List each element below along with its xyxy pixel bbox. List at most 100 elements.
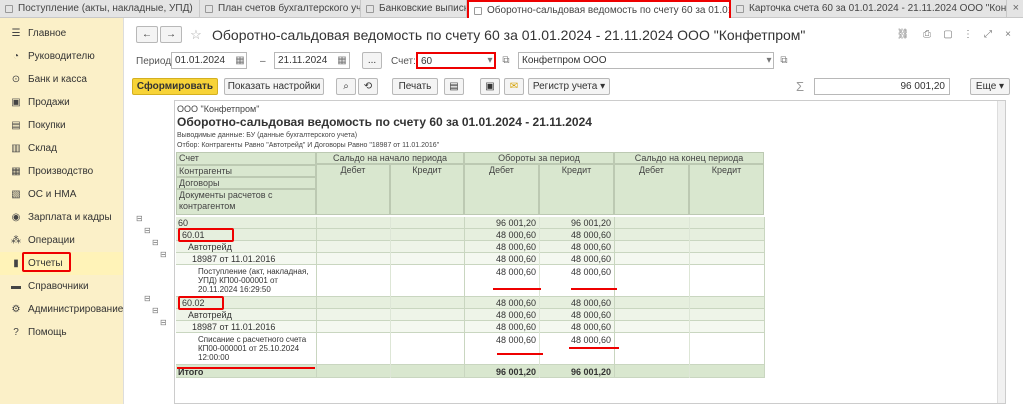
- calendar-icon[interactable]: ▦: [334, 53, 350, 69]
- period-select-button[interactable]: ...: [362, 52, 382, 69]
- main-area: ← → ☆ Оборотно-сальдовая ведомость по сч…: [124, 18, 1023, 404]
- report-data-line: Выводимые данные: БУ (данные бухгалтерск…: [177, 132, 358, 139]
- sidebar-item-production[interactable]: ▦ Производство: [0, 160, 123, 183]
- tab-osv-active[interactable]: Оборотно-сальдовая ведомость по счету 60…: [467, 0, 731, 18]
- sidebar-item-assets[interactable]: ▧ ОС и НМА: [0, 183, 123, 206]
- document-icon: [205, 5, 213, 13]
- coin-icon: ⊙: [11, 74, 21, 85]
- table-row[interactable]: 60 96 001,20 96 001,20: [176, 217, 764, 229]
- star-icon[interactable]: ☆: [188, 27, 204, 43]
- header-close-debit: Дебет: [614, 164, 689, 215]
- sidebar-item-warehouse[interactable]: ▥ Склад: [0, 137, 123, 160]
- preview-icon: ▤: [449, 81, 459, 92]
- collapse-icon[interactable]: ⊟: [144, 226, 151, 235]
- sidebar-item-operations[interactable]: ⁂ Операции: [0, 229, 123, 252]
- header-account: Счет: [176, 152, 316, 165]
- highlight-reports: [22, 252, 71, 272]
- register-button[interactable]: Регистр учета ▾: [528, 78, 610, 95]
- collapse-icon[interactable]: ⊟: [152, 238, 159, 247]
- collapse-icon[interactable]: ⊟: [152, 306, 159, 315]
- link-icon[interactable]: ⛓: [895, 27, 911, 43]
- sales-icon: ▣: [11, 97, 21, 108]
- collapse-icon[interactable]: ⊟: [144, 294, 151, 303]
- sidebar-item-main[interactable]: ☰ Главное: [0, 22, 123, 45]
- sidebar-item-help[interactable]: ? Помощь: [0, 321, 123, 344]
- save-button[interactable]: ▣: [480, 78, 500, 95]
- printer-icon[interactable]: ⎙: [919, 27, 935, 43]
- book-icon: ▬: [11, 281, 21, 292]
- total-credit: 96 001,20: [570, 367, 611, 377]
- total-debit: 96 001,20: [495, 367, 536, 377]
- person-icon: ◉: [11, 212, 21, 223]
- collapse-icon[interactable]: ⊟: [136, 214, 143, 223]
- sidebar-item-management[interactable]: ◔ Руководителю: [0, 45, 123, 68]
- organization-input[interactable]: Конфетпром ООО: [518, 52, 774, 69]
- arrow-left-icon: ←: [142, 29, 152, 40]
- close-icon[interactable]: ×: [1000, 27, 1016, 43]
- print-button[interactable]: Печать: [392, 78, 438, 95]
- table-row[interactable]: Автотрейд 48 000,60 48 000,60: [176, 241, 764, 253]
- underline-credit-1: [571, 288, 617, 290]
- table-row[interactable]: Поступление (акт, накладная, УПД) КП00-0…: [176, 265, 764, 297]
- chevron-down-icon[interactable]: ▾: [761, 53, 777, 69]
- tab-receipts[interactable]: Поступление (акты, накладные, УПД): [0, 0, 200, 18]
- report-filter-line: Отбор: Контрагенты Равно "Автотрейд" И Д…: [177, 142, 440, 149]
- calendar-icon[interactable]: ▦: [232, 53, 248, 69]
- collapse-icon[interactable]: ⊟: [160, 318, 167, 327]
- open-icon[interactable]: ⧉: [776, 53, 792, 69]
- header-turn-debit: Дебет: [464, 164, 539, 215]
- tab-bar: Поступление (акты, накладные, УПД) План …: [0, 0, 1023, 18]
- more-button[interactable]: Еще ▾: [970, 78, 1010, 95]
- table-row[interactable]: 18987 от 11.01.2016 48 000,60 48 000,60: [176, 253, 764, 265]
- generate-button[interactable]: Сформировать: [132, 78, 218, 95]
- tab-bank-statements[interactable]: Банковские выписки: [361, 0, 467, 18]
- warehouse-icon: ▥: [11, 143, 21, 154]
- preview-button[interactable]: ▤: [444, 78, 464, 95]
- show-settings-button[interactable]: Показать настройки: [224, 78, 324, 95]
- expand-icon[interactable]: ⤢: [980, 27, 996, 43]
- sum-field: 96 001,20: [814, 78, 950, 95]
- underline-debit-1: [493, 288, 541, 290]
- search-icon: ⌕: [343, 81, 349, 92]
- more-icon[interactable]: ⋮: [960, 27, 976, 43]
- arrow-right-icon: →: [166, 29, 176, 40]
- minimize-icon[interactable]: ▢: [940, 27, 956, 43]
- sidebar-item-admin[interactable]: ⚙ Администрирование: [0, 298, 124, 321]
- email-button[interactable]: ✉: [504, 78, 524, 95]
- sidebar-item-bank[interactable]: ⊙ Банк и касса: [0, 68, 123, 91]
- collapse-icon[interactable]: ⊟: [160, 250, 167, 259]
- chart-icon: ◔: [12, 51, 20, 62]
- sidebar-item-purchases[interactable]: ▤ Покупки: [0, 114, 123, 137]
- tab-account-card[interactable]: Карточка счета 60 за 01.01.2024 - 21.11.…: [731, 0, 1007, 18]
- close-all-tabs-icon[interactable]: ×: [1013, 2, 1019, 14]
- chevron-down-icon[interactable]: ▾: [482, 53, 498, 69]
- search-refresh-button[interactable]: ⟲: [358, 78, 378, 95]
- tab-chart-of-accounts[interactable]: План счетов бухгалтерского учета: [200, 0, 361, 18]
- sidebar-item-salary[interactable]: ◉ Зарплата и кадры: [0, 206, 123, 229]
- forward-button[interactable]: →: [160, 26, 182, 43]
- back-button[interactable]: ←: [136, 26, 158, 43]
- assets-icon: ▧: [11, 189, 21, 200]
- underline-credit-2: [569, 347, 619, 349]
- document-icon: [736, 5, 744, 13]
- header-close-credit: Кредит: [689, 164, 764, 215]
- table-row[interactable]: Списание с расчетного счета КП00-000001 …: [176, 333, 764, 365]
- sidebar-item-sales[interactable]: ▣ Продажи: [0, 91, 123, 114]
- header-closing-balance: Сальдо на конец периода: [614, 152, 764, 164]
- sidebar: ☰ Главное ◔ Руководителю ⊙ Банк и касса ▣ Пр…: [0, 18, 124, 404]
- open-icon[interactable]: ⧉: [498, 53, 514, 69]
- account-label: Счет:: [391, 56, 416, 67]
- table-row[interactable]: 18987 от 11.01.2016 48 000,60 48 000,60: [176, 321, 764, 333]
- table-row[interactable]: 60.02 48 000,60 48 000,60: [176, 297, 764, 309]
- sidebar-item-catalogs[interactable]: ▬ Справочники: [0, 275, 123, 298]
- vertical-scrollbar[interactable]: [997, 101, 1005, 403]
- header-open-debit: Дебет: [316, 164, 390, 215]
- table-row[interactable]: 60.01 48 000,60 48 000,60: [176, 229, 764, 241]
- bar-chart-icon: ▮: [13, 258, 19, 269]
- cart-icon: ▤: [11, 120, 21, 131]
- table-header: Счет Контрагенты Договоры Документы расч…: [176, 152, 764, 215]
- table-row[interactable]: Автотрейд 48 000,60 48 000,60: [176, 309, 764, 321]
- search-button[interactable]: ⌕: [336, 78, 356, 95]
- search-refresh-icon: ⟲: [363, 81, 373, 92]
- header-documents: Документы расчетов с контрагентом: [176, 189, 316, 215]
